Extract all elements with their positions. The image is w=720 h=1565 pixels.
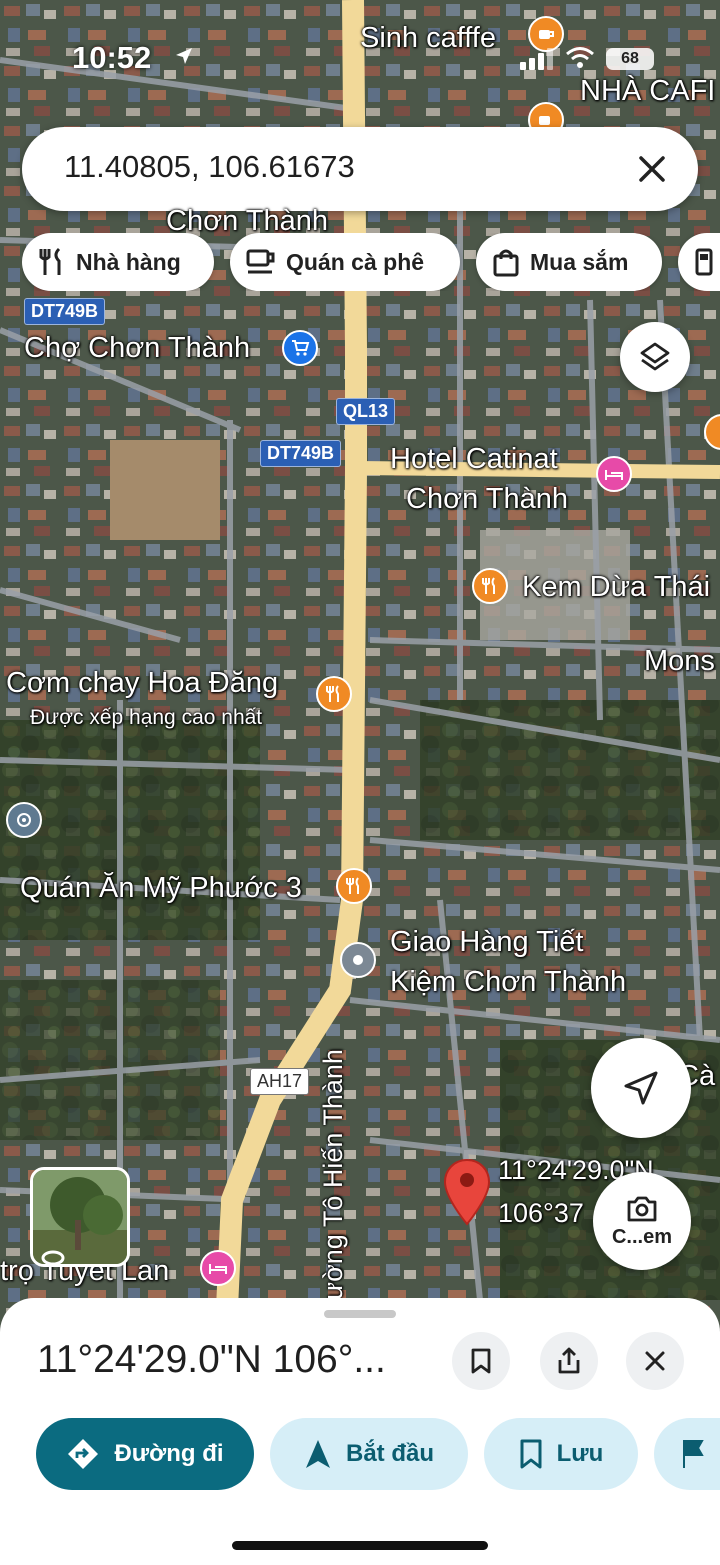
place-label[interactable]: Mons: [644, 645, 715, 678]
place-label-line2[interactable]: Kiệm Chơn Thành: [390, 966, 626, 999]
navigation-arrow-icon: [624, 1071, 658, 1105]
restaurant-icon: [39, 247, 61, 275]
pin-coordinate-label: 106°37: [498, 1198, 584, 1228]
street-view-image: [33, 1170, 127, 1264]
place-rating-label: Được xếp hạng cao nhất: [30, 706, 263, 729]
start-button[interactable]: Bắt đầu: [270, 1418, 468, 1490]
layers-button[interactable]: [620, 322, 690, 392]
chip-shopping[interactable]: Mua sắm: [476, 233, 662, 291]
place-icon[interactable]: [6, 802, 42, 838]
action-label: Bắt đầu: [345, 1440, 434, 1467]
hotel-icon[interactable]: [200, 1250, 236, 1286]
battery-indicator: 68: [606, 48, 654, 70]
close-icon[interactable]: [628, 145, 676, 193]
sheet-handle[interactable]: [324, 1310, 396, 1318]
my-location-button[interactable]: [591, 1038, 691, 1138]
place-label[interactable]: Giao Hàng Tiết: [390, 926, 583, 959]
label-button[interactable]: [654, 1418, 720, 1490]
street-label: ường Tô Hiến Thành: [318, 1049, 348, 1300]
place-label-line2[interactable]: Chơn Thành: [406, 483, 568, 516]
chip-label: Nhà hàng: [76, 248, 181, 275]
search-input[interactable]: 11.40805, 106.61673: [64, 149, 355, 185]
place-label[interactable]: Kem Dừa Thái: [522, 571, 710, 604]
status-bar: 10:52 68: [0, 0, 720, 110]
save-icon-button[interactable]: [452, 1332, 510, 1390]
restaurant-icon[interactable]: [336, 868, 372, 904]
camera-icon: [627, 1196, 657, 1221]
road-shield: QL13: [336, 398, 396, 425]
place-icon[interactable]: [340, 942, 376, 978]
street-view-thumbnail[interactable]: [30, 1167, 130, 1267]
signal-icon: [520, 48, 553, 70]
hotel-icon[interactable]: [596, 456, 632, 492]
chip-gas[interactable]: [678, 233, 720, 291]
place-label[interactable]: Chợ Chơn Thành: [24, 332, 250, 365]
wifi-icon: [566, 47, 594, 68]
road-shield: DT749B: [24, 298, 106, 325]
directions-icon: [68, 1439, 99, 1469]
location-arrow-icon: [176, 48, 192, 64]
flag-icon: [683, 1440, 704, 1468]
chip-label: Mua sắm: [530, 248, 629, 275]
dropped-pin-icon[interactable]: [443, 1158, 491, 1226]
camera-search-button[interactable]: C...em: [593, 1172, 691, 1270]
category-chips: Nhà hàng Quán cà phê Mua sắm: [22, 233, 720, 291]
place-title: 11°24'29.0"N 106°...: [37, 1338, 386, 1381]
save-button[interactable]: Lưu: [484, 1418, 638, 1490]
chip-coffee[interactable]: Quán cà phê: [230, 233, 460, 291]
layers-icon: [640, 342, 670, 371]
coffee-icon: [246, 249, 275, 274]
home-indicator: [232, 1541, 488, 1550]
place-label[interactable]: Quán Ăn Mỹ Phước 3: [20, 872, 302, 905]
road-shield: AH17: [250, 1068, 310, 1095]
navigation-arrow-icon: [305, 1440, 330, 1468]
gas-station-icon: [695, 248, 713, 276]
road-shield: DT749B: [260, 440, 342, 467]
place-label[interactable]: Cơm chay Hoa Đăng: [6, 667, 278, 700]
share-icon: [558, 1347, 580, 1374]
camera-label: C...em: [611, 1225, 673, 1248]
action-label: Lưu: [556, 1440, 604, 1467]
bottom-sheet[interactable]: 11°24'29.0"N 106°... Đường đi Bắt đầu Lư…: [0, 1298, 720, 1565]
restaurant-icon[interactable]: [316, 676, 352, 712]
chip-label: Quán cà phê: [286, 248, 425, 275]
restaurant-icon[interactable]: [472, 568, 508, 604]
directions-button[interactable]: Đường đi: [36, 1418, 254, 1490]
action-buttons: Đường đi Bắt đầu Lưu: [0, 1418, 720, 1490]
chip-restaurants[interactable]: Nhà hàng: [22, 233, 214, 291]
bookmark-icon: [520, 1439, 542, 1469]
shopping-bag-icon: [493, 249, 519, 277]
close-icon: [645, 1351, 665, 1371]
clock: 10:52: [72, 40, 152, 75]
shopping-cart-icon[interactable]: [282, 330, 318, 366]
share-button[interactable]: [540, 1332, 598, 1390]
search-bar[interactable]: 11.40805, 106.61673: [22, 127, 698, 211]
action-label: Đường đi: [114, 1440, 224, 1467]
bookmark-icon: [471, 1348, 491, 1374]
close-sheet-button[interactable]: [626, 1332, 684, 1390]
place-label[interactable]: Hotel Catinat: [390, 443, 558, 476]
